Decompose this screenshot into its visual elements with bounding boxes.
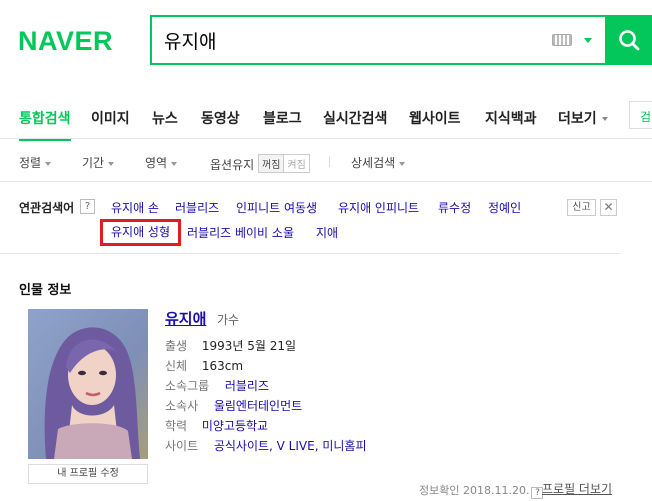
- person-name-link[interactable]: 유지애: [165, 308, 206, 329]
- report-button[interactable]: 신고: [567, 199, 596, 216]
- related-link[interactable]: 러블리즈: [175, 199, 219, 216]
- agency-link[interactable]: 울림엔터테인먼트: [214, 399, 302, 413]
- search-options: 정렬 기간 영역 옵션유지 꺼짐 켜짐 상세검색: [0, 140, 652, 182]
- search-input[interactable]: [164, 28, 544, 52]
- info-label: 소속그룹: [165, 379, 210, 393]
- info-label: 소속사: [165, 399, 199, 413]
- option-keep-off-toggle[interactable]: 꺼짐: [258, 154, 285, 173]
- education-link[interactable]: 미양고등학교: [202, 419, 268, 433]
- info-label: 출생: [165, 339, 188, 353]
- chevron-down-icon[interactable]: [584, 38, 592, 43]
- close-icon[interactable]: ✕: [600, 199, 617, 216]
- search-box[interactable]: [150, 15, 605, 65]
- area-option[interactable]: 영역: [145, 154, 178, 171]
- related-link[interactable]: 유지애 손: [111, 199, 159, 216]
- tab-blog[interactable]: 블로그: [263, 108, 302, 128]
- detail-search-label: 상세검색: [351, 156, 396, 170]
- site-links[interactable]: 공식사이트, V LIVE, 미니홈피: [214, 439, 367, 453]
- tab-video[interactable]: 동영상: [201, 108, 240, 128]
- related-link[interactable]: 류수정: [438, 199, 471, 216]
- profile-photo[interactable]: [28, 309, 148, 459]
- tab-images[interactable]: 이미지: [91, 108, 130, 128]
- chevron-down-icon: [399, 161, 406, 166]
- area-label: 영역: [145, 156, 168, 170]
- search-tabs: 통합검색 이미지 뉴스 동영상 블로그 실시간검색 웹사이트 지식백과 더보기 …: [0, 93, 652, 141]
- edit-profile-button[interactable]: 내 프로필 수정: [28, 464, 148, 484]
- tab-website[interactable]: 웹사이트: [409, 108, 461, 128]
- help-icon[interactable]: ?: [80, 199, 95, 214]
- section-title: 인물 정보: [19, 283, 72, 298]
- keyboard-icon[interactable]: [552, 34, 572, 46]
- related-link[interactable]: 러블리즈 베이비 소울: [187, 224, 294, 241]
- naver-logo[interactable]: NAVER: [18, 26, 113, 57]
- info-row-group: 소속그룹 러블리즈: [165, 377, 269, 394]
- sort-option[interactable]: 정렬: [19, 154, 52, 171]
- person-portrait-image: [28, 309, 148, 459]
- profile-more-link[interactable]: 프로필 더보기: [542, 480, 612, 497]
- related-link[interactable]: 지애: [316, 224, 338, 241]
- period-option[interactable]: 기간: [82, 154, 115, 171]
- tab-integrated[interactable]: 통합검색: [19, 108, 71, 141]
- info-value: 163cm: [201, 359, 244, 373]
- period-label: 기간: [82, 156, 105, 170]
- tab-more[interactable]: 더보기: [558, 108, 608, 128]
- related-link-highlighted[interactable]: 유지애 성형: [100, 219, 182, 246]
- info-row-agency: 소속사 울림엔터테인먼트: [165, 397, 302, 414]
- tab-realtime[interactable]: 실시간검색: [323, 108, 387, 128]
- tab-edge-button[interactable]: 검: [629, 101, 652, 129]
- tab-more-label: 더보기: [558, 111, 597, 127]
- verify-info: 정보확인 2018.11.20.?: [419, 482, 544, 499]
- sort-label: 정렬: [19, 156, 42, 170]
- related-link[interactable]: 정예인: [488, 199, 521, 216]
- related-link[interactable]: 유지애 인피니트: [338, 199, 419, 216]
- info-row-education: 학력 미양고등학교: [165, 417, 268, 434]
- verify-text: 정보확인 2018.11.20.: [419, 484, 530, 497]
- option-keep-on-toggle[interactable]: 켜짐: [284, 154, 310, 173]
- info-row-birth: 출생 1993년 5월 21일: [165, 337, 296, 354]
- chevron-down-icon: [601, 117, 608, 121]
- tab-encyclopedia[interactable]: 지식백과: [485, 108, 537, 128]
- option-keep-label: 옵션유지: [210, 158, 255, 172]
- chevron-down-icon: [171, 161, 178, 166]
- person-job: 가수: [217, 313, 240, 327]
- info-value: 1993년 5월 21일: [201, 339, 297, 353]
- info-label: 신체: [165, 359, 188, 373]
- tab-news[interactable]: 뉴스: [152, 108, 178, 128]
- related-title: 연관검색어: [19, 201, 75, 215]
- chevron-down-icon: [45, 161, 52, 166]
- related-searches: 연관검색어 ? 유지애 손 러블리즈 인피니트 여동생 유지애 인피니트 류수정…: [0, 183, 620, 254]
- related-link[interactable]: 인피니트 여동생: [236, 199, 317, 216]
- search-button[interactable]: [605, 15, 652, 65]
- option-keep: 옵션유지 꺼짐 켜짐: [210, 154, 310, 173]
- info-row-site: 사이트 공식사이트, V LIVE, 미니홈피: [165, 437, 367, 454]
- divider: [329, 156, 330, 167]
- search-icon: [619, 30, 640, 51]
- chevron-down-icon: [108, 161, 115, 166]
- info-label: 사이트: [165, 439, 199, 453]
- info-row-body: 신체 163cm: [165, 357, 243, 374]
- group-link[interactable]: 러블리즈: [225, 379, 269, 393]
- info-label: 학력: [165, 419, 188, 433]
- detail-search-option[interactable]: 상세검색: [351, 154, 406, 171]
